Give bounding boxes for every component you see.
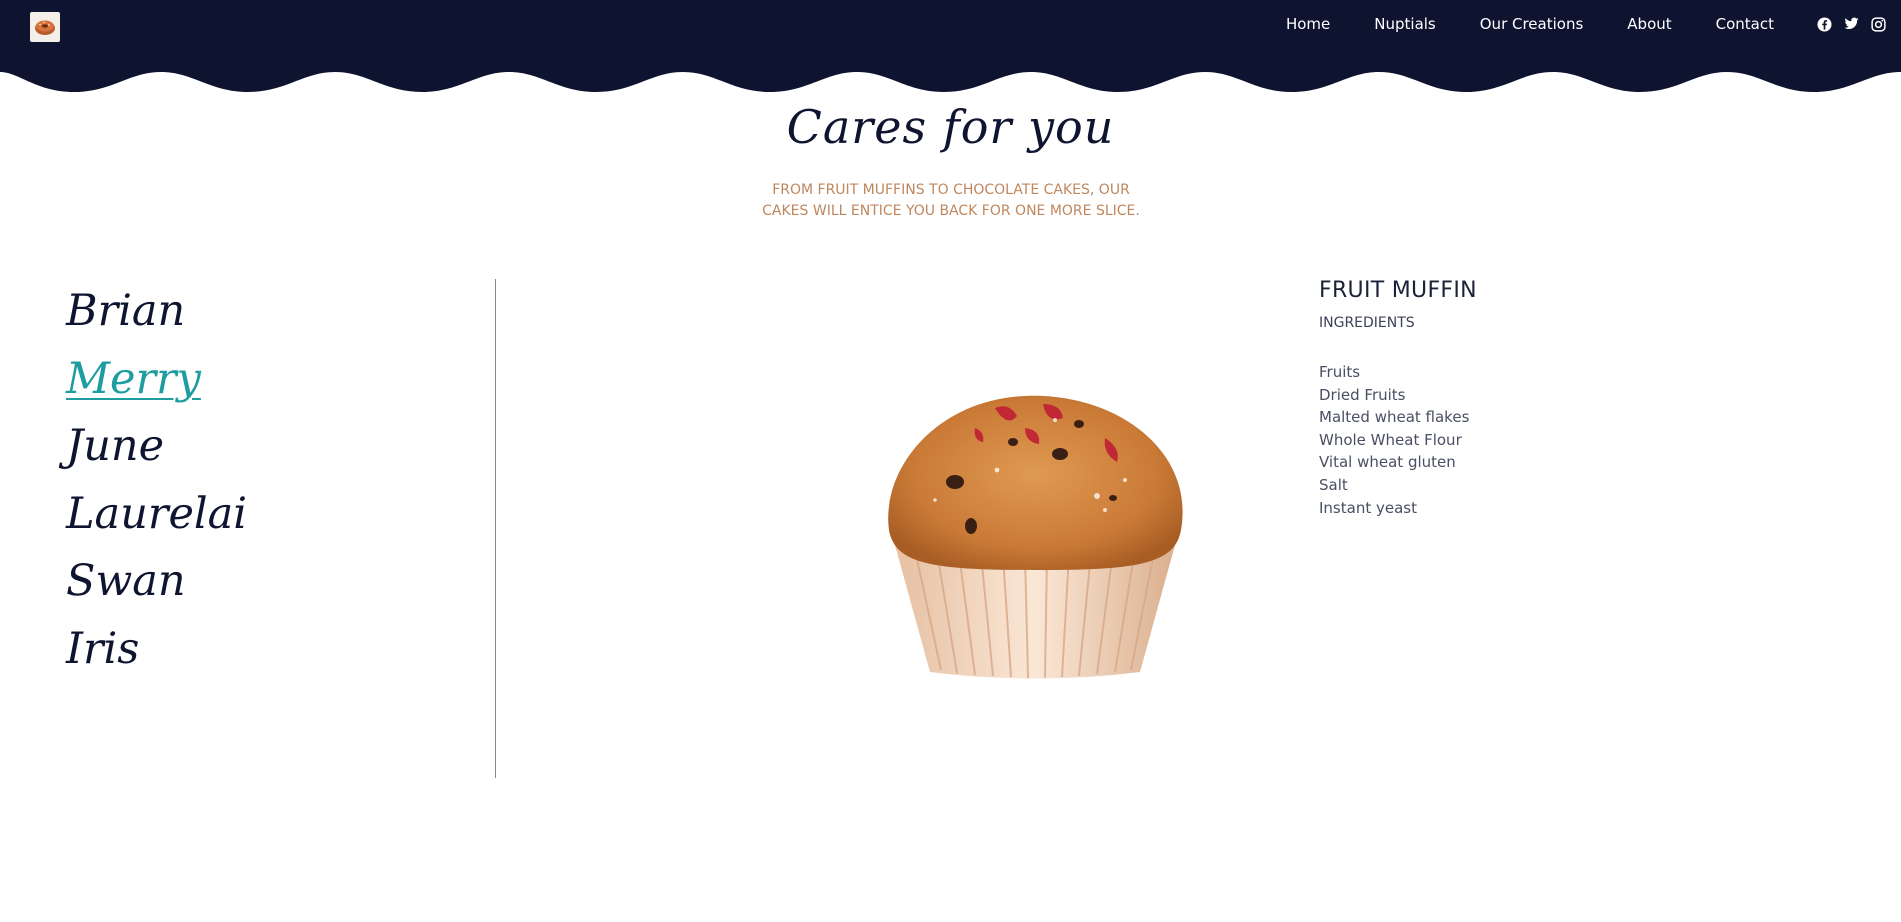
name-item-brian[interactable]: Brian (66, 278, 486, 346)
facebook-icon[interactable] (1817, 16, 1832, 32)
cake-name-list: Brian Merry June Laurelai Swan Iris (66, 278, 486, 683)
name-item-laurelai[interactable]: Laurelai (66, 481, 486, 549)
ingredient-item: Whole Wheat Flour (1319, 430, 1462, 449)
fruit-muffin-photo (888, 395, 1183, 679)
vertical-divider (495, 279, 496, 778)
nav-link-our-creations[interactable]: Our Creations (1480, 15, 1584, 33)
top-navbar: Home Nuptials Our Creations About Contac… (0, 0, 1901, 67)
nav-link-about[interactable]: About (1627, 15, 1671, 33)
name-item-iris[interactable]: Iris (66, 616, 486, 684)
instagram-icon[interactable] (1871, 16, 1886, 32)
product-name: FRUIT MUFFIN (1319, 278, 1477, 303)
ingredient-item: Instant yeast (1319, 498, 1417, 517)
ingredients-label: INGREDIENTS (1319, 315, 1415, 331)
ingredients-list: Fruits Dried Fruits Malted wheat flakes … (1319, 361, 1719, 519)
ingredient-item: Salt (1319, 475, 1348, 494)
product-details: FRUIT MUFFIN INGREDIENTS Fruits Dried Fr… (1319, 276, 1719, 519)
nav-link-contact[interactable]: Contact (1716, 15, 1774, 33)
nav-link-home[interactable]: Home (1286, 15, 1330, 33)
main-nav: Home Nuptials Our Creations About Contac… (1242, 0, 1774, 48)
donut-logo-icon[interactable] (30, 12, 60, 42)
page-title: Cares for you (786, 100, 1115, 154)
nav-link-nuptials[interactable]: Nuptials (1374, 15, 1435, 33)
name-item-swan[interactable]: Swan (66, 548, 486, 616)
ingredient-item: Malted wheat flakes (1319, 408, 1470, 427)
ingredient-item: Dried Fruits (1319, 385, 1406, 404)
name-item-merry[interactable]: Merry (66, 346, 486, 414)
ingredient-item: Vital wheat gluten (1319, 453, 1456, 472)
page-subtitle: FROM FRUIT MUFFINS TO CHOCOLATE CAKES, O… (762, 182, 1140, 219)
ingredient-item: Fruits (1319, 363, 1361, 381)
header-wave-divider (0, 66, 1901, 92)
twitter-icon[interactable] (1844, 17, 1859, 32)
name-item-merry-label: Merry (66, 353, 201, 404)
name-item-june[interactable]: June (66, 413, 486, 481)
social-links (1801, 0, 1901, 48)
